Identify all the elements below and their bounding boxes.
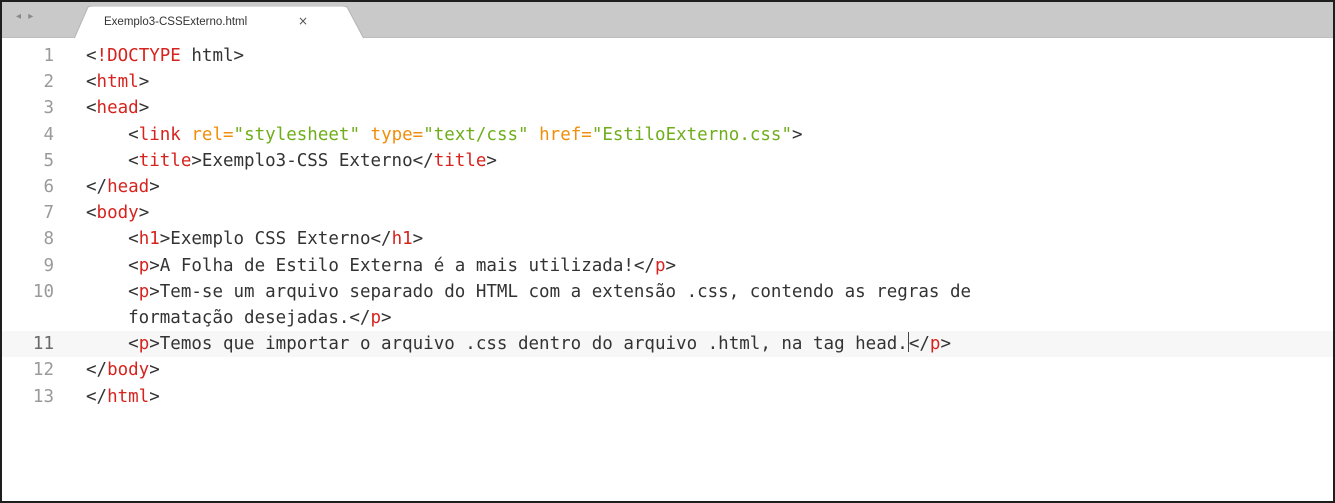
- code-token: <: [86, 150, 139, 171]
- code-token: <: [86, 334, 139, 355]
- code-token: >Temos que importar o arquivo .css dentr…: [149, 334, 908, 355]
- code-token: >: [138, 72, 150, 93]
- code-token: body: [107, 360, 150, 381]
- code-token: p: [138, 334, 150, 355]
- tab-bar: ◂ ▸ Exemplo3-CSSExterno.html ×: [2, 2, 1333, 39]
- code-token: <: [86, 255, 139, 276]
- code-line[interactable]: <h1>Exemplo CSS Externo</h1>: [86, 226, 1323, 252]
- code-line[interactable]: <p>Temos que importar o arquivo .css den…: [86, 331, 1323, 357]
- line-number: 11: [32, 334, 54, 355]
- code-token: h1: [391, 229, 413, 250]
- code-area[interactable]: <!DOCTYPE html> <html> <head> <link rel="s…: [86, 38, 1323, 501]
- code-token: </: [86, 177, 108, 197]
- line-number: 7: [43, 203, 54, 224]
- editor-window: ◂ ▸ Exemplo3-CSSExterno.html × 123456789…: [0, 0, 1335, 503]
- code-token: <: [86, 203, 97, 224]
- code-token: >A Folha de Estilo Externa é a mais util…: [149, 255, 655, 276]
- code-token: >Exemplo CSS Externo</: [159, 229, 392, 250]
- code-line[interactable]: <link rel="stylesheet" type="text/css" h…: [86, 122, 1323, 148]
- line-number: 8: [43, 229, 54, 250]
- code-token: h1: [138, 229, 160, 250]
- code-editor[interactable]: 1 2 3 4 5 6 7 8 9 10 11 12 13 <!DOCTYPE html> <html> <…: [2, 38, 1333, 501]
- code-token: <: [86, 46, 97, 66]
- code-token: <: [86, 72, 97, 93]
- code-token: !DOCTYPE: [96, 46, 181, 66]
- code-line[interactable]: <p>A Folha de Estilo Externa é a mais ut…: [86, 253, 1323, 279]
- code-token: formatação desejadas.</: [86, 308, 371, 328]
- code-line[interactable]: </head>: [86, 174, 1323, 200]
- code-token: <: [86, 229, 139, 250]
- code-token: >: [138, 98, 150, 119]
- code-token: >Tem-se um arquivo separado do HTML com …: [149, 281, 972, 302]
- code-token: html: [107, 386, 150, 407]
- tab-close-icon[interactable]: ×: [298, 14, 308, 28]
- code-token: title: [138, 150, 192, 171]
- code-token: "stylesheet": [233, 124, 360, 145]
- code-line[interactable]: <p>Tem-se um arquivo separado do HTML co…: [86, 279, 1323, 305]
- code-token: "EstiloExterno.css": [591, 124, 792, 145]
- code-token: >: [412, 229, 424, 250]
- code-token: p: [138, 255, 150, 276]
- code-line[interactable]: <title>Exemplo3-CSS Externo</title>: [86, 148, 1323, 174]
- code-line[interactable]: formatação desejadas.</p>: [86, 305, 1323, 331]
- code-token: type=: [370, 124, 424, 145]
- line-number: 1: [43, 46, 54, 66]
- code-token: "text/css": [423, 124, 529, 145]
- tab-active-file[interactable]: Exemplo3-CSSExterno.html ×: [74, 6, 364, 39]
- code-token: >: [940, 334, 951, 355]
- code-token: <: [86, 98, 97, 119]
- code-token: p: [138, 281, 150, 302]
- code-token: >: [381, 308, 392, 328]
- code-line[interactable]: <html>: [86, 69, 1323, 95]
- code-token: </: [86, 360, 108, 381]
- code-token: p: [929, 334, 941, 355]
- code-token: <: [86, 281, 139, 302]
- code-token: >: [665, 255, 677, 276]
- line-number: 10: [32, 281, 54, 302]
- code-token: <: [86, 124, 139, 145]
- code-token: p: [370, 308, 382, 328]
- line-number: 5: [43, 150, 54, 171]
- code-token: p: [654, 255, 666, 276]
- code-token: >Exemplo3-CSS Externo</: [191, 150, 434, 171]
- code-token: </: [86, 386, 108, 407]
- line-number: 3: [43, 98, 54, 119]
- code-token: rel=: [191, 124, 234, 145]
- code-line[interactable]: </html>: [86, 384, 1323, 410]
- code-token: head: [107, 177, 150, 197]
- code-token: </: [908, 334, 930, 355]
- line-number: 12: [32, 360, 54, 381]
- code-token: href=: [539, 124, 592, 145]
- line-number: 9: [43, 255, 54, 276]
- tab-nav-arrows-icon[interactable]: ◂ ▸: [16, 11, 35, 22]
- code-line[interactable]: <body>: [86, 200, 1323, 226]
- line-number: 13: [32, 386, 54, 407]
- line-number: 4: [43, 124, 54, 145]
- code-token: >: [486, 150, 497, 171]
- code-token: head: [96, 98, 139, 119]
- code-token: >: [138, 203, 150, 224]
- code-token: >: [149, 360, 160, 381]
- code-line[interactable]: <!DOCTYPE html>: [86, 43, 1323, 69]
- line-number: 2: [43, 72, 54, 93]
- code-line[interactable]: </body>: [86, 357, 1323, 383]
- code-token: html: [96, 72, 139, 93]
- code-token: >: [149, 386, 160, 407]
- code-token: link: [138, 124, 181, 145]
- tab-label: Exemplo3-CSSExterno.html: [104, 16, 248, 28]
- line-number-gutter: 1 2 3 4 5 6 7 8 9 10 11 12 13: [2, 38, 70, 501]
- code-line[interactable]: <head>: [86, 95, 1323, 121]
- code-token: >: [149, 177, 160, 197]
- code-token: title: [433, 150, 487, 171]
- line-number: 6: [43, 177, 54, 197]
- code-token: body: [96, 203, 139, 224]
- line-number: [2, 305, 54, 331]
- code-token: html>: [180, 46, 245, 66]
- code-token: >: [792, 124, 803, 145]
